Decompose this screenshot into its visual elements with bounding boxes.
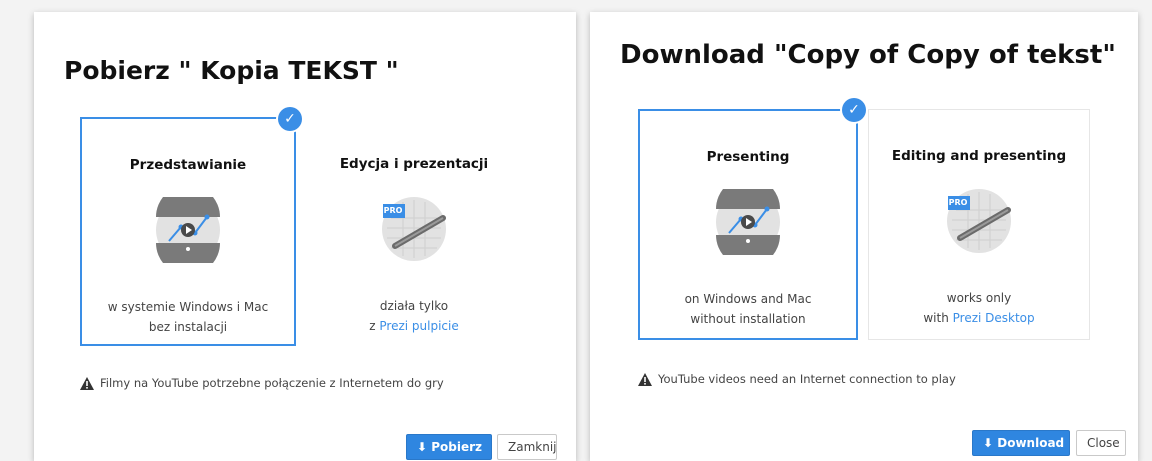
option-title: Presenting [706,149,790,165]
selected-check-icon: ✓ [842,98,866,122]
option-editing[interactable]: Edycja i prezentacji PRO działa tylko z … [302,117,526,346]
selected-check-icon: ✓ [278,107,302,131]
description-line-1: on Windows and Mac [684,292,812,306]
youtube-notice: YouTube videos need an Internet connecti… [638,372,956,386]
youtube-notice: Filmy na YouTube potrzebne połączenie z … [80,376,444,390]
close-button[interactable]: Close [1076,430,1126,456]
dialog-title: Pobierz " Kopia TEKST " [64,56,399,85]
pro-badge: PRO [383,206,403,215]
download-icon: ⬇ [417,440,428,454]
prezi-desktop-link[interactable]: Prezi Desktop [953,311,1035,325]
option-editing[interactable]: Editing and presenting PRO works only wi… [868,109,1090,340]
warning-icon [80,376,94,390]
prezi-desktop-link[interactable]: Prezi pulpicie [379,319,458,333]
description-line-2: z Prezi pulpicie [303,316,525,336]
download-dialog-polish: Pobierz " Kopia TEKST " Przedstawianie w… [34,12,576,461]
dialog-title: Download "Copy of Copy of tekst" [620,40,1116,70]
download-button[interactable]: ⬇ Pobierz [406,434,492,460]
description-line-2: with Prezi Desktop [869,308,1089,328]
notice-text: YouTube videos need an Internet connecti… [658,372,956,386]
option-title: Editing and presenting [891,148,1067,164]
download-button-label: Pobierz [431,440,483,454]
option-presenting[interactable]: Presenting on Windows and Mac without in… [638,109,858,340]
notice-text: Filmy na YouTube potrzebne połączenie z … [100,376,444,390]
description-line-1: działa tylko [379,299,449,313]
option-description: działa tylko z Prezi pulpicie [303,296,525,336]
presenting-illustration-icon [156,197,220,263]
warning-icon [638,372,652,386]
option-description: works only with Prezi Desktop [869,288,1089,328]
download-button[interactable]: ⬇ Download [972,430,1070,456]
close-button[interactable]: Zamknij [497,434,557,460]
download-icon: ⬇ [983,436,994,450]
option-description: w systemie Windows i Mac bez instalacji [82,297,294,337]
description-line-1: w systemie Windows i Mac [107,300,269,314]
description-prefix: with [923,311,953,325]
option-presenting[interactable]: Przedstawianie w systemie Windows i Mac … [80,117,296,346]
description-line-1: works only [946,291,1012,305]
description-prefix: z [369,319,380,333]
option-title: Przedstawianie [129,157,247,173]
description-line-2: without installation [690,312,806,326]
presenting-illustration-icon [716,189,780,255]
option-description: on Windows and Mac without installation [640,289,856,329]
download-button-label: Download [997,436,1065,450]
download-dialog-english: Download "Copy of Copy of tekst" Present… [590,12,1138,461]
pro-badge: PRO [948,198,968,207]
description-line-2: bez instalacji [148,320,228,334]
option-title: Edycja i prezentacji [339,156,489,172]
